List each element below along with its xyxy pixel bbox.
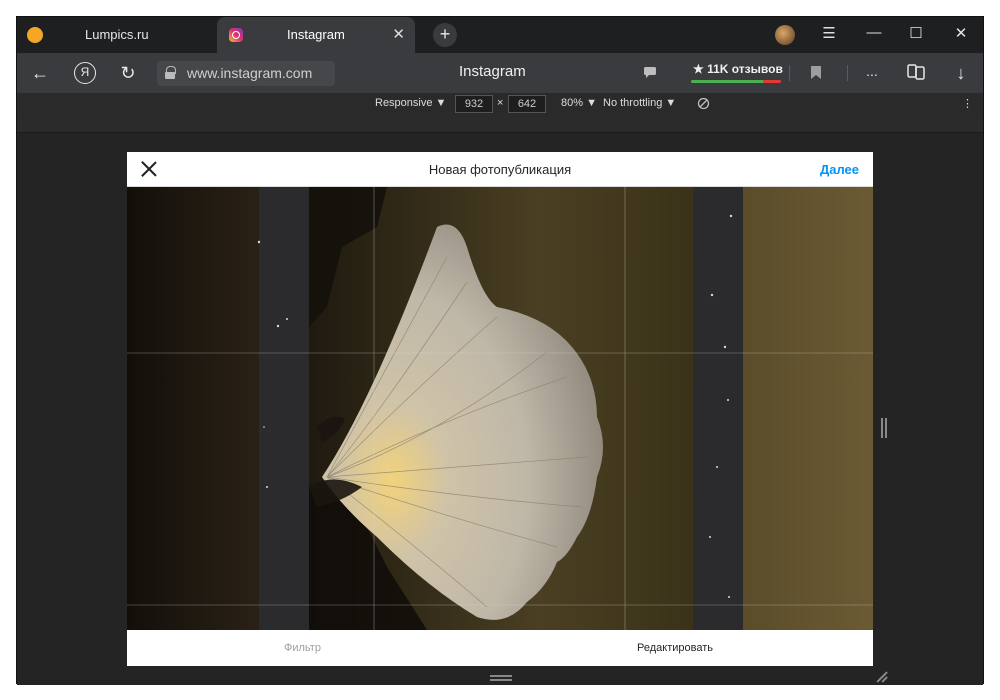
rating-bar: [691, 80, 781, 83]
throttle-select[interactable]: No throttling ▼: [603, 97, 676, 109]
times-sign: ×: [497, 97, 504, 109]
reviews-text: ★ 11K отзывов: [693, 62, 783, 76]
url-text: www.instagram.com: [187, 65, 313, 81]
resize-handle-bottom[interactable]: [490, 675, 512, 681]
modal-footer: Фильтр Редактировать: [127, 630, 873, 666]
next-button[interactable]: Далее: [820, 162, 859, 177]
tab-filter[interactable]: Фильтр: [284, 642, 321, 654]
lock-icon: [165, 66, 176, 79]
page-title: Instagram: [459, 63, 526, 80]
profile-avatar-icon[interactable]: [775, 25, 795, 45]
height-input[interactable]: 642: [508, 95, 546, 113]
new-tab-button[interactable]: +: [433, 23, 457, 47]
more-options-icon[interactable]: ...: [861, 60, 883, 82]
chat-bubble-icon[interactable]: [643, 65, 657, 79]
modal-title: Новая фотопубликация: [428, 162, 572, 177]
throttle-label: No throttling: [603, 97, 663, 109]
devtools-device-toolbar: Responsive ▼ 932 × 642 80% ▼ No throttli…: [17, 93, 983, 115]
back-arrow-icon[interactable]: ←: [29, 62, 51, 84]
resize-handle-right[interactable]: [881, 418, 887, 438]
divider: [847, 65, 848, 81]
browser-window: Lumpics.ru Instagram ✕ + ☰ — ☐ ✕ ← Я ↻ w…: [16, 16, 984, 685]
device-select[interactable]: Responsive ▼: [375, 97, 446, 109]
tab-lumpics[interactable]: Lumpics.ru: [17, 17, 217, 53]
bookmark-icon[interactable]: [810, 65, 822, 80]
rotate-icon[interactable]: [697, 97, 710, 110]
modal-header: Новая фотопубликация Далее: [127, 152, 873, 187]
divider: [789, 65, 790, 81]
address-bar-row: ← Я ↻ www.instagram.com Instagram ★ 11K …: [17, 53, 983, 93]
minimize-button[interactable]: —: [862, 24, 886, 41]
resize-handle-corner[interactable]: [877, 671, 887, 681]
tab-label: Instagram: [287, 27, 345, 42]
reload-icon[interactable]: ↻: [117, 62, 139, 84]
yandex-icon[interactable]: Я: [74, 62, 96, 84]
maximize-button[interactable]: ☐: [904, 24, 928, 42]
width-input[interactable]: 932: [455, 95, 493, 113]
new-post-modal: Новая фотопубликация Далее Фильтр Редакт…: [127, 152, 873, 666]
reviews-badge[interactable]: ★ 11K отзывов: [687, 59, 783, 85]
extensions-icon[interactable]: [906, 63, 926, 81]
menu-icon[interactable]: ☰: [817, 24, 841, 42]
tab-label: Lumpics.ru: [85, 27, 149, 42]
instagram-favicon-icon: [229, 28, 243, 42]
zoom-label: 80%: [561, 97, 584, 109]
close-window-button[interactable]: ✕: [949, 24, 973, 42]
flower-photo: [127, 187, 873, 630]
zoom-select[interactable]: 80% ▼: [561, 97, 597, 109]
devtools-more-icon[interactable]: ⋮: [962, 97, 973, 110]
lumpics-favicon-icon: [27, 27, 43, 43]
photo-crop-area[interactable]: [127, 187, 873, 630]
page-viewport: Новая фотопубликация Далее Фильтр Редакт…: [17, 133, 983, 685]
device-label: Responsive: [375, 97, 433, 109]
tab-instagram[interactable]: Instagram ✕: [217, 17, 415, 53]
media-query-ruler: [17, 115, 983, 133]
download-icon[interactable]: ↓: [950, 62, 972, 84]
tab-bar: Lumpics.ru Instagram ✕ + ☰ — ☐ ✕: [17, 17, 983, 53]
tab-close-icon[interactable]: ✕: [392, 25, 405, 43]
address-field[interactable]: www.instagram.com: [157, 61, 335, 86]
tab-edit[interactable]: Редактировать: [637, 642, 713, 654]
